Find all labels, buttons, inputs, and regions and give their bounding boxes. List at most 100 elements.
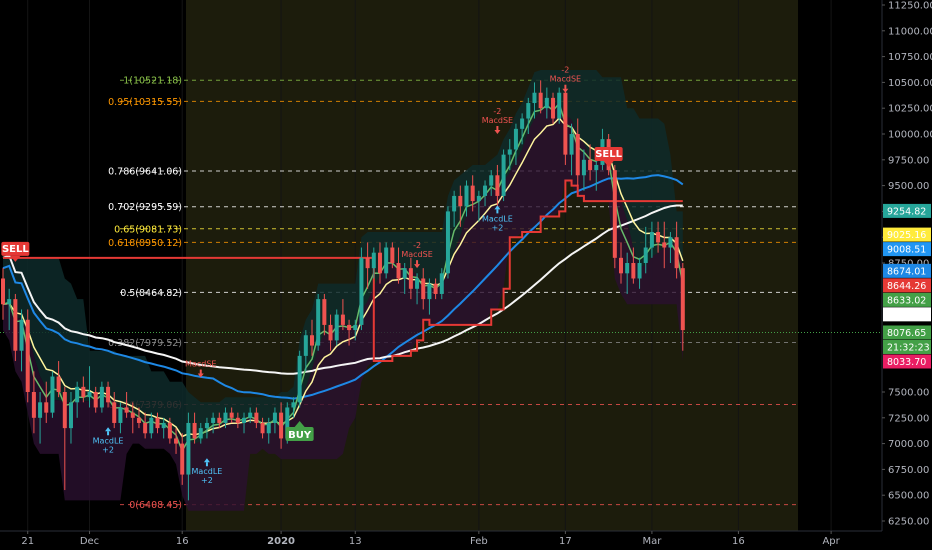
candle-body[interactable]	[161, 422, 166, 429]
candle-body[interactable]	[316, 299, 321, 346]
candle-body[interactable]	[347, 324, 352, 331]
candle-body[interactable]	[130, 412, 135, 418]
candle-body[interactable]	[408, 268, 413, 289]
candle-body[interactable]	[19, 319, 24, 351]
candle-body[interactable]	[93, 392, 98, 408]
candle-body[interactable]	[56, 376, 61, 392]
candle-body[interactable]	[174, 438, 179, 444]
candle-body[interactable]	[532, 92, 537, 104]
candle-body[interactable]	[489, 175, 494, 186]
candle-body[interactable]	[155, 417, 160, 429]
candle-body[interactable]	[656, 232, 661, 243]
price-chart[interactable]: 1(10521.18) 0.95(10315.55) 0.786(9641.06) 0…	[0, 0, 932, 550]
candle-body[interactable]	[81, 386, 86, 398]
time-tick-label[interactable]: 13	[349, 536, 362, 547]
candle-body[interactable]	[13, 299, 18, 351]
candle-body[interactable]	[7, 299, 12, 305]
candle-body[interactable]	[668, 237, 673, 248]
time-tick-label[interactable]: 16	[176, 536, 189, 547]
candle-body[interactable]	[260, 422, 265, 434]
candle-body[interactable]	[87, 392, 92, 398]
candle-body[interactable]	[470, 185, 475, 202]
candle-body[interactable]	[322, 299, 327, 325]
price-tick-label[interactable]: 10000.00	[888, 130, 932, 141]
candle-body[interactable]	[452, 195, 457, 212]
price-tick-label[interactable]: 11000.00	[888, 26, 932, 37]
candle-body[interactable]	[186, 422, 191, 475]
candle-body[interactable]	[303, 335, 308, 356]
candle-body[interactable]	[235, 417, 240, 423]
candle-body[interactable]	[106, 386, 111, 403]
candle-body[interactable]	[38, 402, 43, 418]
candle-body[interactable]	[662, 242, 667, 248]
candle-body[interactable]	[551, 97, 556, 119]
candle-body[interactable]	[581, 159, 586, 176]
time-tick-label[interactable]: 21	[21, 536, 34, 547]
candle-body[interactable]	[272, 412, 277, 423]
candle-body[interactable]	[25, 319, 30, 392]
candle-body[interactable]	[204, 422, 209, 429]
price-tick-label[interactable]: 7000.00	[888, 439, 929, 450]
candle-body[interactable]	[359, 257, 364, 325]
candle-body[interactable]	[167, 422, 172, 439]
time-tick-label[interactable]: Mar	[642, 536, 662, 547]
candle-body[interactable]	[538, 92, 543, 109]
candle-body[interactable]	[433, 283, 438, 294]
candle-body[interactable]	[254, 412, 259, 423]
candle-body[interactable]	[575, 134, 580, 176]
candle-body[interactable]	[242, 417, 247, 423]
price-tick-label[interactable]: 10250.00	[888, 104, 932, 115]
candle-body[interactable]	[266, 422, 271, 434]
candle-body[interactable]	[588, 159, 593, 171]
candle-body[interactable]	[118, 407, 123, 423]
candle-body[interactable]	[415, 278, 420, 289]
candle-body[interactable]	[112, 402, 117, 423]
candle-body[interactable]	[223, 412, 228, 423]
candle-body[interactable]	[421, 278, 426, 300]
candle-body[interactable]	[625, 263, 630, 274]
candle-body[interactable]	[149, 417, 154, 434]
price-tick-label[interactable]: 10750.00	[888, 52, 932, 63]
candle-body[interactable]	[334, 314, 339, 341]
candle-body[interactable]	[544, 97, 549, 109]
price-tick-label[interactable]: 9500.00	[888, 181, 929, 192]
candle-body[interactable]	[476, 195, 481, 202]
candle-body[interactable]	[192, 422, 197, 439]
candle-body[interactable]	[75, 386, 80, 403]
time-tick-label[interactable]: Feb	[470, 536, 488, 547]
candle-body[interactable]	[507, 149, 512, 155]
time-tick-label[interactable]: 17	[559, 536, 572, 547]
candle-body[interactable]	[50, 376, 55, 413]
candle-body[interactable]	[526, 103, 531, 119]
candle-body[interactable]	[643, 247, 648, 263]
price-tick-label[interactable]: 10500.00	[888, 78, 932, 89]
candle-body[interactable]	[513, 128, 518, 150]
candle-body[interactable]	[680, 268, 685, 331]
time-tick-label[interactable]: Dec	[80, 536, 99, 547]
price-tick-label[interactable]: 7500.00	[888, 388, 929, 399]
price-tick-label[interactable]: 6750.00	[888, 465, 929, 476]
candle-body[interactable]	[563, 92, 568, 155]
candle-body[interactable]	[619, 257, 623, 274]
candle-body[interactable]	[279, 412, 284, 439]
candle-body[interactable]	[384, 247, 389, 274]
candle-body[interactable]	[211, 417, 216, 423]
candle-body[interactable]	[427, 283, 432, 300]
candle-body[interactable]	[483, 185, 488, 196]
candle-body[interactable]	[365, 257, 370, 269]
candle-body[interactable]	[328, 324, 333, 341]
candle-body[interactable]	[495, 175, 500, 196]
candle-body[interactable]	[248, 412, 253, 418]
candle-body[interactable]	[297, 355, 302, 403]
price-tick-label[interactable]: 11250.00	[888, 1, 932, 12]
candle-body[interactable]	[198, 428, 203, 439]
candle-body[interactable]	[340, 314, 345, 325]
candle-body[interactable]	[124, 407, 129, 413]
candle-body[interactable]	[637, 263, 642, 279]
candle-body[interactable]	[62, 392, 67, 429]
candle-body[interactable]	[371, 252, 376, 269]
candle-body[interactable]	[674, 237, 679, 269]
candle-body[interactable]	[217, 417, 222, 423]
candle-body[interactable]	[612, 170, 617, 258]
candle-body[interactable]	[631, 263, 636, 279]
